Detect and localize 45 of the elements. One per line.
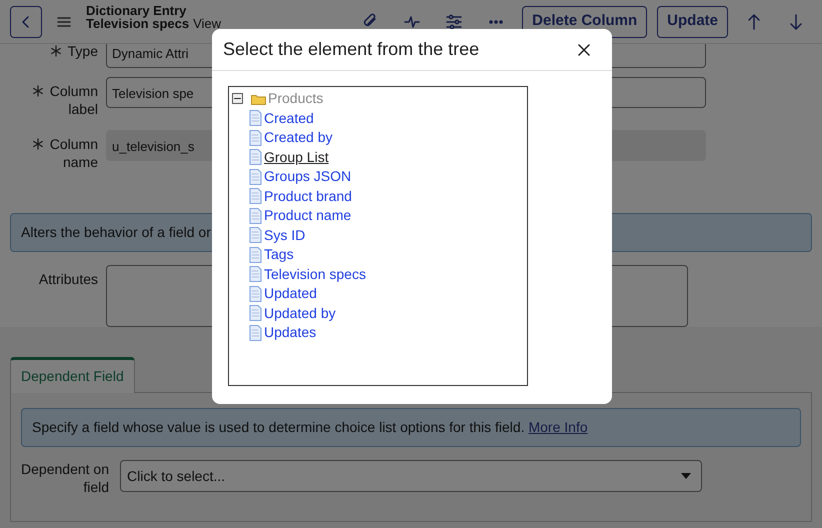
document-icon (249, 286, 262, 302)
document-icon (249, 227, 262, 244)
tree-item[interactable]: Updated (264, 283, 317, 304)
arrow-down-icon (788, 12, 804, 30)
document-icon (249, 188, 262, 204)
folder-label[interactable]: Products (268, 88, 324, 110)
close-icon (578, 44, 590, 56)
tree-item[interactable]: Product brand (264, 186, 352, 207)
view-label: View (193, 17, 222, 30)
page-title: Dictionary Entry (86, 4, 188, 17)
folder-icon (251, 92, 266, 105)
field-label: Column label (32, 83, 98, 117)
record-title: Television specs (86, 17, 190, 30)
document-icon (249, 305, 262, 322)
tree-item[interactable]: Television specs (264, 264, 366, 285)
tree-item[interactable]: Group List (264, 146, 329, 168)
collapse-toggle-icon[interactable] (232, 93, 243, 104)
tree-item[interactable]: Groups JSON (264, 166, 352, 188)
header-button[interactable]: Update (657, 6, 728, 38)
document-icon (249, 266, 262, 282)
document-icon (249, 324, 262, 341)
back-button[interactable] (10, 6, 42, 38)
arrow-up-icon (746, 12, 762, 30)
dialog-title: Select the element from the tree (223, 38, 480, 61)
tree-item[interactable]: Sys ID (264, 224, 306, 246)
caret-down-icon (681, 473, 691, 479)
document-icon (249, 246, 262, 263)
document-icon (249, 130, 262, 146)
document-icon (249, 168, 262, 185)
document-icon (249, 149, 262, 166)
field-label: Attributes (38, 271, 98, 287)
more-icon (489, 20, 504, 24)
field-label: Dependent on field (21, 461, 109, 495)
tree-item[interactable]: Created (264, 108, 314, 129)
tree-item[interactable]: Updates (264, 322, 316, 344)
document-icon (249, 208, 262, 224)
menu-icon (57, 16, 71, 26)
field-label: Column name (32, 136, 98, 170)
document-icon (249, 110, 262, 126)
field-label: Type (50, 44, 98, 59)
select-field[interactable]: Click to select... (120, 460, 702, 492)
info-message: Specify a field whose value is used to determine choice list options for this field. More Info (21, 408, 801, 447)
tree-item[interactable]: Created by (264, 127, 332, 148)
chevron-left-icon (21, 14, 31, 28)
tree-item[interactable]: Updated by (264, 302, 336, 324)
